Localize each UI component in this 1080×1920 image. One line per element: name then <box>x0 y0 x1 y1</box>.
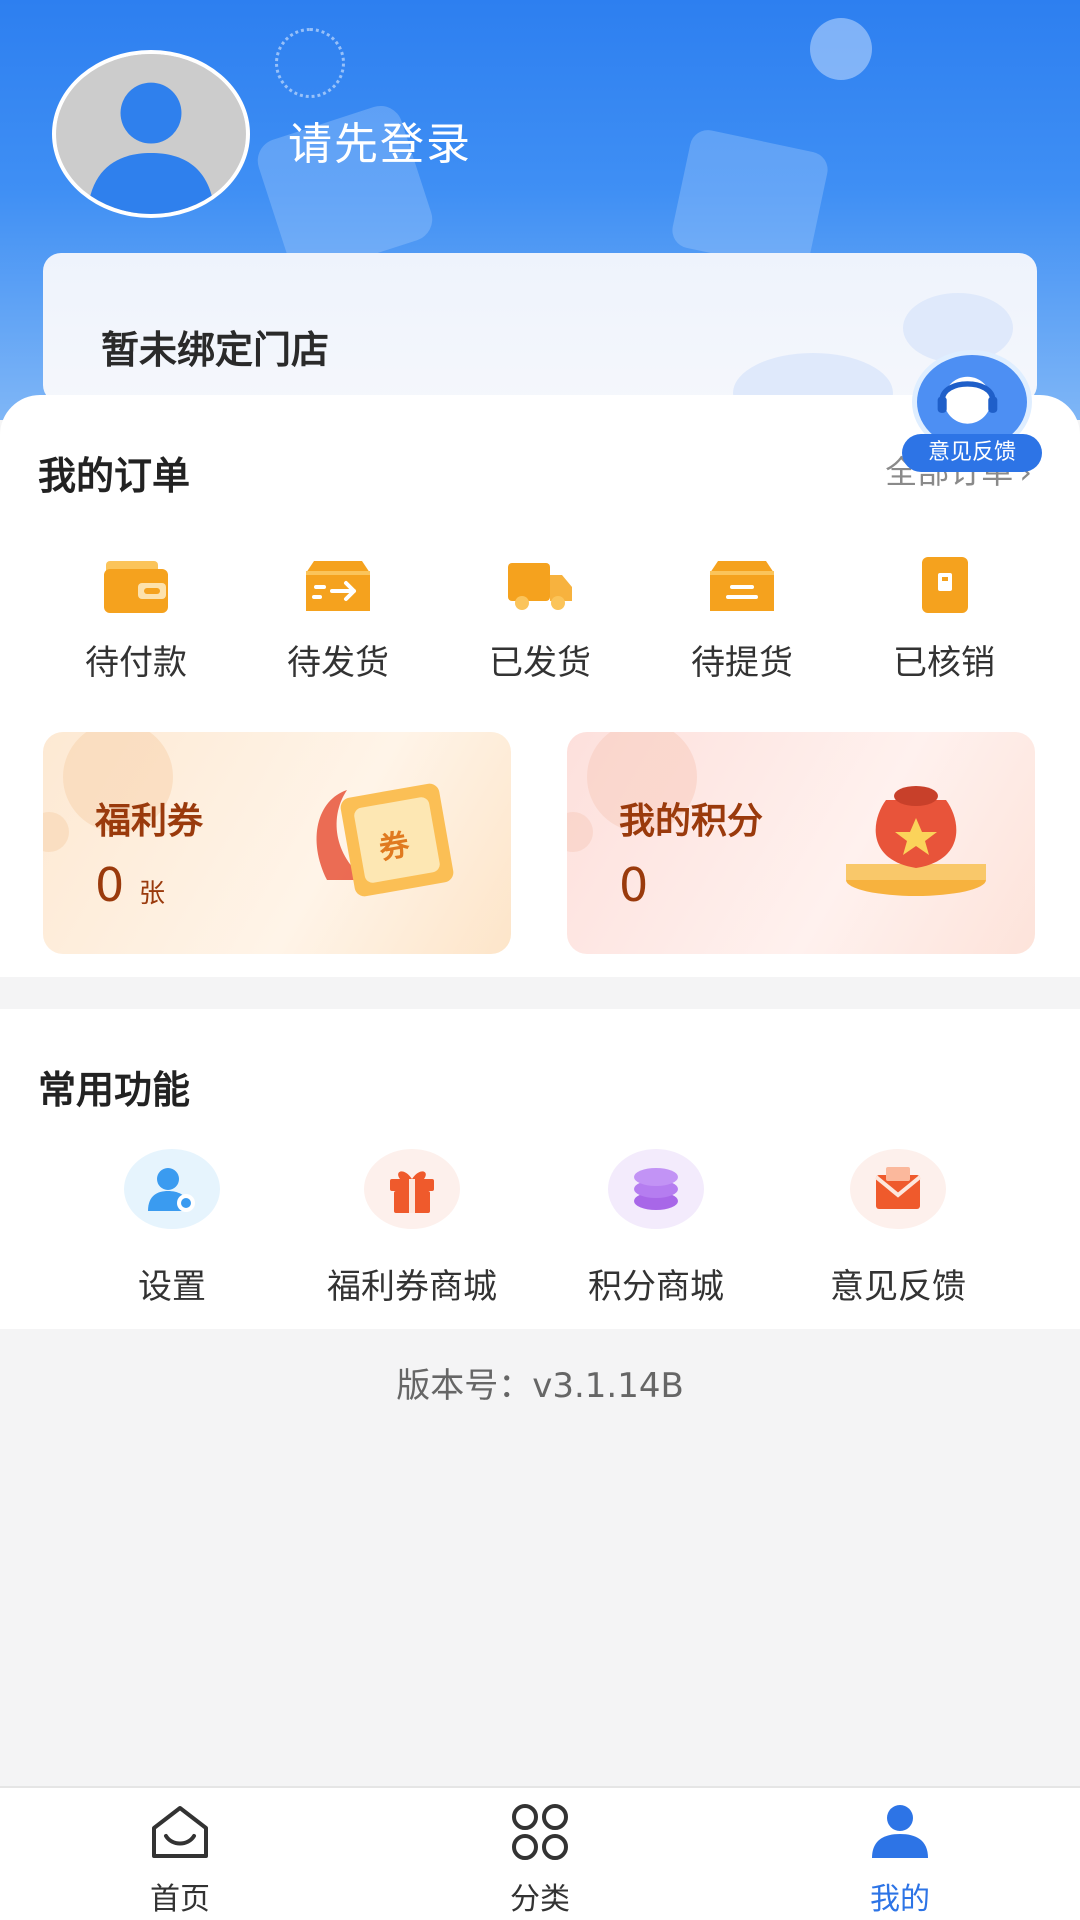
login-prompt[interactable]: 请先登录 <box>288 108 472 172</box>
section-divider <box>0 977 1080 1009</box>
store-binding-card[interactable]: 暂未绑定门店 <box>43 253 1037 403</box>
function-settings[interactable]: 设置 <box>52 1149 292 1308</box>
decorative-firework <box>275 28 345 98</box>
coupon-unit: 张 <box>139 879 166 909</box>
wallet-icon <box>104 561 168 613</box>
pickup-box-icon <box>710 561 774 611</box>
orders-panel: 我的订单 全部订单 › 待付款 待发货 已发货 待提货 已核销 福利券 0 张 … <box>0 395 1080 977</box>
order-status-label: 已核销 <box>893 643 995 683</box>
order-status-label: 待发货 <box>287 643 389 683</box>
tab-label: 我的 <box>870 1882 930 1917</box>
category-icon <box>512 1804 568 1860</box>
store-status: 暂未绑定门店 <box>101 328 330 372</box>
envelope-icon <box>874 1167 922 1209</box>
user-settings-icon <box>148 1168 195 1212</box>
bottom-tab-bar: 首页 分类 我的 <box>0 1786 1080 1920</box>
profile-icon <box>872 1805 928 1858</box>
box-arrow-icon <box>306 561 370 611</box>
coupon-count: 0 <box>95 858 125 912</box>
function-icon-bg <box>124 1149 220 1229</box>
money-bag-icon <box>846 786 986 896</box>
order-status-label: 待付款 <box>85 643 187 683</box>
profile-screen: 请先登录 暂未绑定门店 我的订单 全部订单 › 待付款 待发货 已发货 待提货 … <box>0 0 1080 1920</box>
order-status-label: 已发货 <box>489 643 591 683</box>
floating-feedback-label: 意见反馈 <box>902 434 1042 472</box>
floating-feedback-button[interactable]: 意见反馈 <box>902 350 1042 472</box>
function-icon-bg <box>364 1149 460 1229</box>
truck-icon <box>508 563 572 610</box>
function-icon-bg <box>608 1149 704 1229</box>
tab-label: 分类 <box>510 1882 570 1917</box>
points-card[interactable]: 我的积分 0 <box>567 732 1035 954</box>
tab-profile[interactable]: 我的 <box>820 1802 980 1918</box>
function-label: 福利券商城 <box>327 1267 497 1307</box>
order-status-label: 待提货 <box>691 643 793 683</box>
common-functions-panel: 常用功能 设置 福利券商城 积分商城 意见反馈 <box>0 1009 1080 1329</box>
order-status-verified[interactable]: 已核销 <box>854 555 1034 695</box>
verified-doc-icon <box>922 557 968 613</box>
coupon-title: 福利券 <box>95 801 204 842</box>
order-status-pending-payment[interactable]: 待付款 <box>46 555 226 695</box>
order-status-pending-shipment[interactable]: 待发货 <box>248 555 428 695</box>
decorative-coin <box>810 18 872 80</box>
common-functions-title: 常用功能 <box>38 1068 191 1112</box>
function-feedback[interactable]: 意见反馈 <box>778 1149 1018 1308</box>
order-status-row: 待付款 待发货 已发货 待提货 已核销 <box>0 555 1080 695</box>
function-coupon-mall[interactable]: 福利券商城 <box>292 1149 532 1308</box>
tab-home[interactable]: 首页 <box>100 1802 260 1918</box>
coupon-card[interactable]: 福利券 0 张 券 <box>43 732 511 954</box>
function-label: 积分商城 <box>588 1267 724 1307</box>
function-points-mall[interactable]: 积分商城 <box>536 1149 776 1308</box>
coupon-ticket-icon: 券 <box>316 783 454 897</box>
decorative-envelope <box>669 126 831 274</box>
version-label: 版本号：v3.1.14B <box>396 1366 684 1406</box>
function-label: 意见反馈 <box>830 1267 966 1307</box>
order-status-shipped[interactable]: 已发货 <box>450 555 630 695</box>
default-avatar-icon <box>56 54 246 214</box>
gift-icon <box>390 1171 434 1213</box>
coin-stack-icon <box>634 1168 678 1210</box>
tab-label: 首页 <box>150 1882 210 1917</box>
decorative-dot <box>43 812 69 852</box>
tab-category[interactable]: 分类 <box>460 1802 620 1918</box>
points-value: 0 <box>619 858 649 912</box>
orders-title: 我的订单 <box>38 454 191 498</box>
avatar[interactable] <box>52 50 250 218</box>
decorative-dot <box>567 812 593 852</box>
points-title: 我的积分 <box>619 801 764 842</box>
function-icon-bg <box>850 1149 946 1229</box>
function-label: 设置 <box>138 1267 206 1307</box>
order-status-pending-pickup[interactable]: 待提货 <box>652 555 832 695</box>
home-icon <box>152 1806 208 1858</box>
